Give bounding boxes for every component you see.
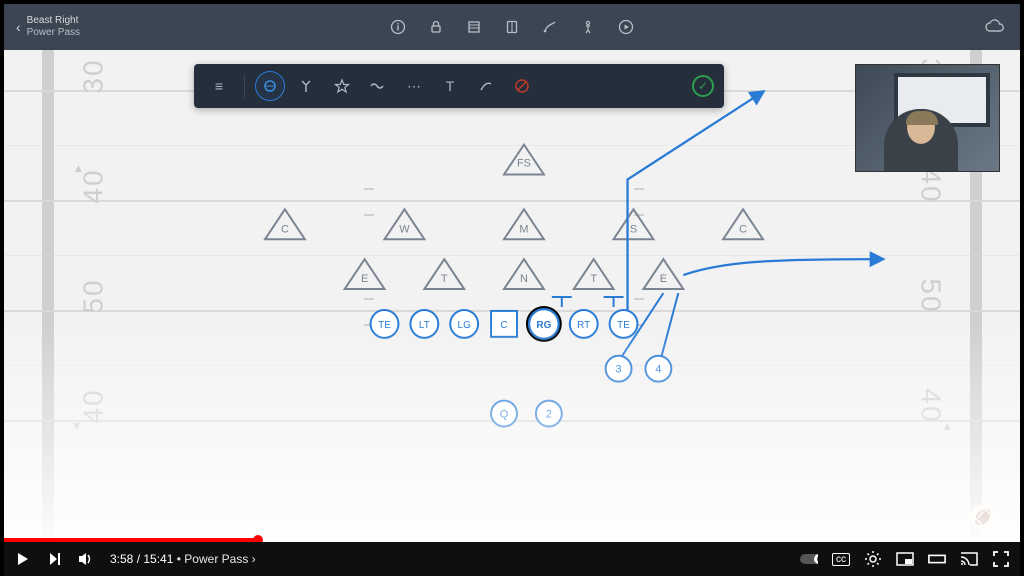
run-icon[interactable]	[580, 19, 596, 35]
defender-w[interactable]: W	[385, 209, 425, 239]
svg-text:LG: LG	[458, 320, 471, 331]
svg-text:E: E	[361, 273, 368, 285]
play-button[interactable]	[14, 550, 32, 568]
defender-e-right[interactable]: E	[643, 259, 683, 289]
presenter-webcam	[855, 64, 1000, 172]
defender-c-right[interactable]: C	[723, 209, 763, 239]
draw-icon[interactable]	[542, 19, 558, 35]
svg-text:S: S	[630, 223, 637, 235]
drawing-toolbar: ≡ ⋯ T ✓	[194, 64, 724, 108]
offense-te-left[interactable]: TE	[371, 310, 399, 338]
offense-rg[interactable]: RG	[527, 307, 561, 341]
tool-erase[interactable]	[507, 71, 537, 101]
autoplay-toggle[interactable]	[800, 550, 818, 568]
svg-text:2: 2	[546, 409, 552, 421]
svg-text:M: M	[519, 223, 528, 235]
play-circle-icon[interactable]	[618, 19, 634, 35]
tool-route-branch[interactable]	[291, 71, 321, 101]
offense-back-4[interactable]: 4	[645, 356, 671, 382]
app-top-bar: ‹ Beast Right Power Pass	[4, 4, 1020, 50]
defender-t-right[interactable]: T	[574, 259, 614, 289]
fullscreen-button[interactable]	[992, 550, 1010, 568]
svg-text:TE: TE	[617, 320, 630, 331]
next-button[interactable]	[46, 550, 64, 568]
panel-icon[interactable]	[504, 19, 520, 35]
settings-button[interactable]	[864, 550, 882, 568]
defender-e-left[interactable]: E	[345, 259, 385, 289]
svg-text:LT: LT	[419, 320, 430, 331]
svg-text:RG: RG	[536, 320, 551, 331]
captions-button[interactable]: cc	[832, 553, 850, 566]
defender-s[interactable]: S	[614, 209, 654, 239]
tool-curve[interactable]	[471, 71, 501, 101]
tool-position-selected[interactable]	[255, 71, 285, 101]
volume-button[interactable]	[78, 550, 96, 568]
back-icon[interactable]: ‹	[16, 19, 21, 35]
route-te-deep[interactable]	[628, 92, 763, 310]
cast-button[interactable]	[960, 550, 978, 568]
list-icon[interactable]	[466, 19, 482, 35]
offense-center[interactable]: C	[491, 311, 517, 337]
svg-text:RT: RT	[577, 320, 590, 331]
svg-text:FS: FS	[517, 158, 531, 170]
confirm-button[interactable]: ✓	[692, 75, 714, 97]
play-title-block[interactable]: Beast Right Power Pass	[27, 15, 80, 39]
channel-watermark[interactable]: 🏈	[970, 504, 996, 530]
tool-star[interactable]	[327, 71, 357, 101]
defender-fs[interactable]: FS	[504, 145, 544, 175]
theater-button[interactable]	[928, 550, 946, 568]
svg-text:N: N	[520, 273, 528, 285]
drag-handle-icon[interactable]: ≡	[204, 71, 234, 101]
svg-text:Q: Q	[500, 409, 509, 421]
offense-lg[interactable]: LG	[450, 310, 478, 338]
svg-text:C: C	[739, 223, 747, 235]
info-icon[interactable]	[390, 19, 406, 35]
offense-te-right[interactable]: TE	[610, 310, 638, 338]
time-display: 3:58 / 15:41 • Power Pass ›	[110, 552, 256, 566]
route-back-4[interactable]	[661, 293, 678, 357]
cloud-sync-icon[interactable]	[984, 18, 1006, 34]
defender-n[interactable]: N	[504, 259, 544, 289]
svg-text:4: 4	[655, 364, 661, 376]
defender-m[interactable]: M	[504, 209, 544, 239]
svg-text:T: T	[441, 273, 448, 285]
svg-text:C: C	[500, 320, 507, 331]
tool-text[interactable]: T	[435, 71, 465, 101]
tool-wave[interactable]	[363, 71, 393, 101]
svg-text:E: E	[660, 273, 667, 285]
miniplayer-button[interactable]	[896, 550, 914, 568]
offense-back-3[interactable]: 3	[606, 356, 632, 382]
defender-c-left[interactable]: C	[265, 209, 305, 239]
svg-text:W: W	[399, 223, 410, 235]
youtube-control-bar: 3:58 / 15:41 • Power Pass › cc	[4, 542, 1020, 576]
offense-lt[interactable]: LT	[410, 310, 438, 338]
svg-text:T: T	[590, 273, 597, 285]
svg-text:C: C	[281, 223, 289, 235]
svg-text:TE: TE	[378, 320, 391, 331]
lock-icon[interactable]	[428, 19, 444, 35]
offense-rt[interactable]: RT	[570, 310, 598, 338]
formation-name: Beast Right	[27, 15, 80, 27]
defender-t-left[interactable]: T	[424, 259, 464, 289]
tool-more[interactable]: ⋯	[399, 71, 429, 101]
offense-back-2[interactable]: 2	[536, 401, 562, 427]
app-toolbar-center	[390, 19, 634, 35]
route-flat[interactable]	[683, 259, 882, 275]
play-name: Power Pass	[27, 27, 80, 39]
svg-text:3: 3	[616, 364, 622, 376]
offense-qb[interactable]: Q	[491, 401, 517, 427]
